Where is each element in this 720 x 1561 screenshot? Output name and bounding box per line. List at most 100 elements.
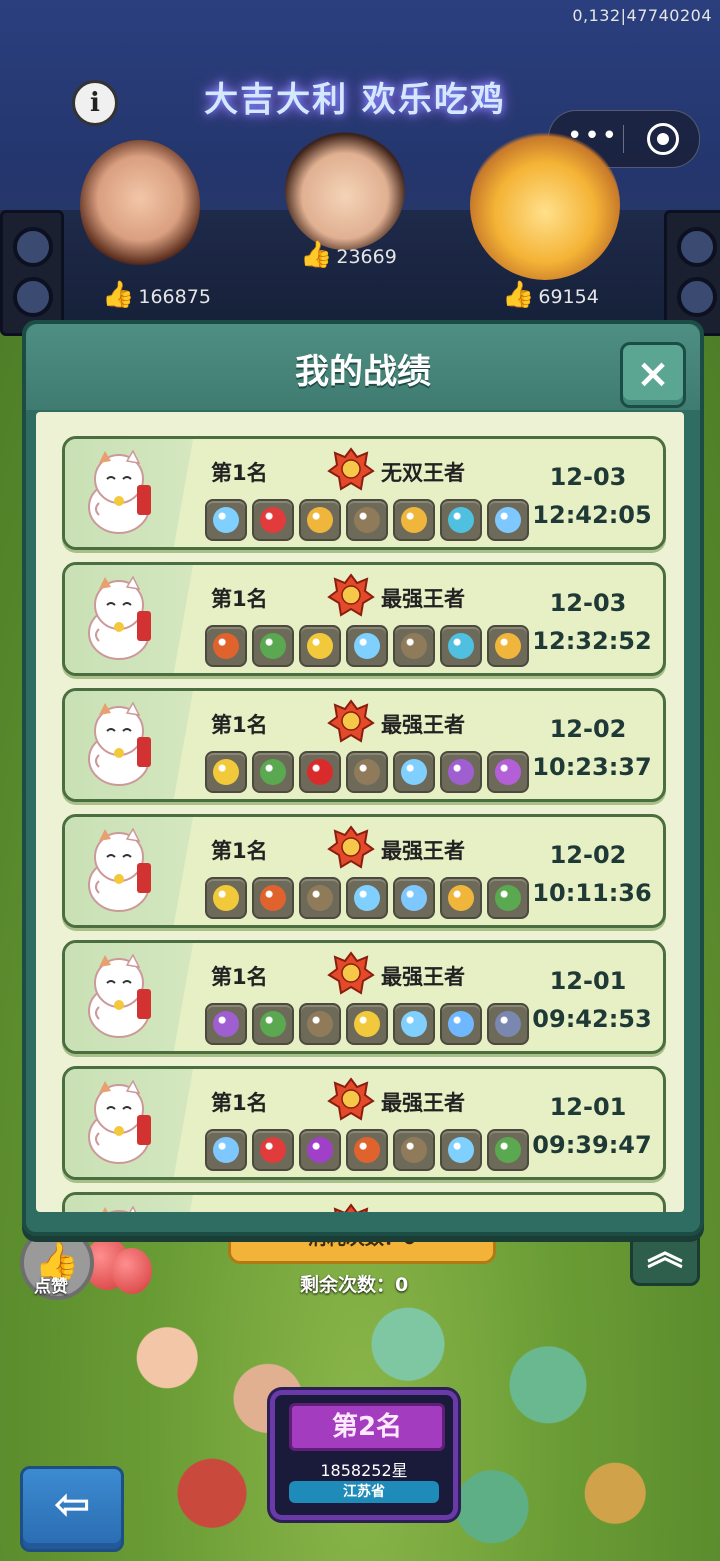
record-rank: 第1名 — [211, 839, 268, 863]
equipment-item-icon — [252, 751, 294, 793]
equipment-item-icon — [346, 625, 388, 667]
like-count-center: 👍 23669 — [300, 240, 397, 270]
thumbs-up-icon: 👍 — [300, 240, 333, 270]
top-player-avatar-left — [80, 140, 200, 270]
like-label: 点赞 — [34, 1277, 68, 1297]
equipment-item-icon — [346, 877, 388, 919]
thumbs-up-icon: 👍 — [102, 280, 135, 310]
record-title: 最强王者 — [381, 587, 465, 611]
like-value: 23669 — [336, 246, 397, 268]
equipment-item-icon — [346, 1129, 388, 1171]
close-miniprogram-icon[interactable] — [647, 123, 679, 155]
record-title: 无双王者 — [381, 461, 465, 485]
king-badge-icon — [333, 1203, 369, 1212]
record-date: 12-01 — [549, 967, 627, 995]
lucky-cat-avatar — [88, 827, 151, 912]
equipment-item-icon — [205, 877, 247, 919]
lucky-cat-avatar — [102, 1205, 137, 1212]
like-value: 69154 — [538, 286, 599, 308]
record-date: 12-02 — [549, 715, 627, 743]
equipment-item-icon — [299, 625, 341, 667]
neon-banner: 大吉大利 欢乐吃鸡 — [204, 80, 506, 120]
record-row[interactable]: 第1名 最强王者 11-30 — [62, 1192, 666, 1212]
equipment-item-icon — [393, 499, 435, 541]
record-time: 09:42:53 — [532, 1005, 652, 1033]
king-badge-icon — [327, 699, 375, 743]
top-player-avatar-center — [285, 130, 405, 250]
balloon-decoration — [112, 1248, 152, 1294]
equipment-item-icon — [440, 1129, 482, 1171]
equipment-item-icon — [299, 751, 341, 793]
record-rank: 第1名 — [211, 461, 268, 485]
record-row[interactable]: 第1名 最强王者 12-02 10:11:36 — [62, 814, 666, 928]
left-speaker — [0, 210, 64, 336]
equipment-item-icon — [299, 499, 341, 541]
record-time: 12:32:52 — [532, 627, 652, 655]
record-row[interactable]: 第1名 无双王者 12-03 12:42:05 — [62, 436, 666, 550]
record-rank: 第1名 — [211, 713, 268, 737]
record-row[interactable]: 第1名 最强王者 12-01 09:42:53 — [62, 940, 666, 1054]
record-time: 10:23:37 — [532, 753, 652, 781]
record-date: 12-02 — [549, 841, 627, 869]
record-time: 10:11:36 — [532, 879, 652, 907]
my-province: 江苏省 — [289, 1481, 439, 1503]
thumbs-up-icon: 👍 — [502, 280, 535, 310]
record-rank: 第1名 — [211, 587, 268, 611]
my-stars: 1858252星 — [320, 1461, 408, 1480]
close-icon: × — [636, 351, 670, 397]
like-count-left: 👍 166875 — [102, 280, 211, 310]
my-rank: 第2名 — [289, 1403, 445, 1451]
record-row[interactable]: 第1名 最强王者 12-03 12:32:52 — [62, 562, 666, 676]
record-row[interactable]: 第1名 最强王者 12-02 10:23:37 — [62, 688, 666, 802]
like-value: 166875 — [138, 286, 211, 308]
my-rank-card[interactable]: 第2名 1858252星 江苏省 — [270, 1390, 458, 1520]
lucky-cat-avatar — [88, 701, 151, 786]
equipment-item-icon — [487, 625, 529, 667]
equipment-item-icon — [440, 877, 482, 919]
equipment-item-icon — [393, 1003, 435, 1045]
close-button[interactable]: × — [620, 342, 686, 408]
equipment-item-icon — [346, 499, 388, 541]
equipment-item-icon — [487, 751, 529, 793]
record-row[interactable]: 第1名 最强王者 12-01 09:39:47 — [62, 1066, 666, 1180]
record-rank: 第1名 — [211, 965, 268, 989]
equipment-item-icon — [487, 877, 529, 919]
equipment-item-icon — [252, 1129, 294, 1171]
version-text: 0,132|47740204 — [572, 6, 712, 25]
lucky-cat-avatar — [88, 1079, 151, 1164]
king-badge-icon — [327, 447, 375, 491]
arrow-left-icon: ⇦ — [53, 1479, 91, 1530]
equipment-item-icon — [440, 625, 482, 667]
modal-title: 我的战绩 — [295, 352, 431, 392]
equipment-item-icon — [205, 625, 247, 667]
equipment-item-icon — [487, 1129, 529, 1171]
record-title: 最强王者 — [381, 965, 465, 989]
equipment-item-icon — [299, 1129, 341, 1171]
like-count-right: 👍 69154 — [502, 280, 599, 310]
record-title: 最强王者 — [381, 1091, 465, 1115]
right-speaker — [664, 210, 720, 336]
battle-record-modal: 我的战绩 × 第1名 无双王者 12-03 12:42:05 第1名 最强王者 … — [22, 320, 704, 1236]
record-time: 12:42:05 — [532, 501, 652, 529]
record-title: 最强王者 — [381, 839, 465, 863]
back-button[interactable]: ⇦ — [20, 1466, 124, 1552]
equipment-item-icon — [205, 499, 247, 541]
equipment-item-icon — [252, 877, 294, 919]
equipment-item-icon — [440, 751, 482, 793]
record-time: 09:39:47 — [532, 1131, 652, 1159]
equipment-item-icon — [299, 1003, 341, 1045]
lucky-cat-avatar — [88, 449, 151, 534]
equipment-item-icon — [440, 499, 482, 541]
equipment-item-icon — [346, 751, 388, 793]
top-player-avatar-right — [470, 130, 620, 280]
record-date: 12-03 — [549, 589, 627, 617]
equipment-item-icon — [487, 1003, 529, 1045]
equipment-item-icon — [205, 1129, 247, 1171]
record-scroll-area[interactable]: 第1名 无双王者 12-03 12:42:05 第1名 最强王者 12-03 1… — [36, 412, 684, 1212]
king-badge-icon — [327, 573, 375, 617]
equipment-item-icon — [393, 625, 435, 667]
lucky-cat-avatar — [88, 575, 151, 660]
info-button[interactable]: i — [72, 80, 118, 126]
record-date: 12-03 — [549, 463, 627, 491]
king-badge-icon — [327, 1077, 375, 1121]
